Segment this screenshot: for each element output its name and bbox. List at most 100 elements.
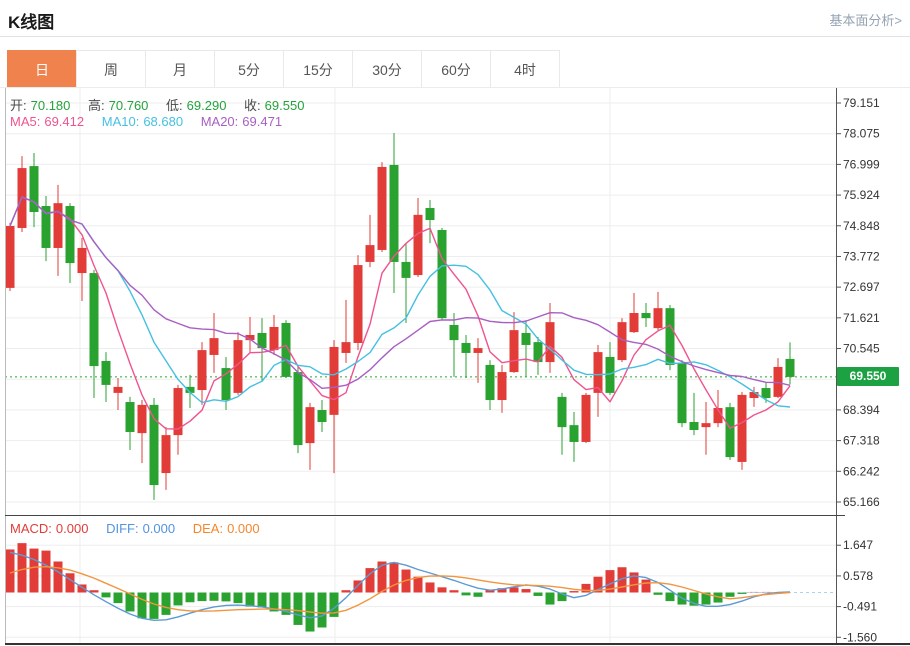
candle-body (366, 245, 375, 262)
axis-tick-label: 79.151 (843, 96, 880, 110)
candle-body (390, 165, 399, 262)
axis-tick-label: 65.166 (843, 495, 880, 509)
tab-30分[interactable]: 30分 (352, 50, 422, 88)
macd-bar (162, 593, 171, 615)
candle-body (78, 248, 87, 273)
macd-bar (666, 593, 675, 602)
candle-body (522, 333, 531, 345)
diff-value: 0.000 (143, 521, 176, 536)
macd-bar (42, 551, 51, 593)
candle-body (630, 313, 639, 332)
macd-bar (210, 593, 219, 601)
axis-tick-label: 74.848 (843, 219, 880, 233)
macd-bar (462, 593, 471, 596)
current-price-label: 69.550 (837, 367, 899, 386)
candle-body (294, 372, 303, 445)
candle-body (198, 350, 207, 390)
macd-bar (642, 580, 651, 593)
axis-tick-label: 68.394 (843, 403, 880, 417)
axis-tick-label: 72.697 (843, 280, 880, 294)
macd-bar (66, 573, 75, 592)
macd-bar (174, 593, 183, 606)
ma20-value: 69.471 (242, 114, 282, 129)
high-value: 70.760 (109, 98, 149, 113)
ma5-value: 69.412 (44, 114, 84, 129)
tab-15分[interactable]: 15分 (283, 50, 353, 88)
candle-body (426, 208, 435, 220)
fundamental-analysis-link[interactable]: 基本面分析> (829, 10, 902, 29)
macd-bar (570, 591, 579, 592)
candle-body (474, 348, 483, 353)
candle-body (354, 265, 363, 343)
macd-bar (654, 593, 663, 595)
macd-bar (546, 593, 555, 605)
diff-label: DIFF: (106, 521, 139, 536)
candle-body (414, 215, 423, 275)
candle-body (510, 330, 519, 372)
macd-bar (450, 590, 459, 592)
candle-body (330, 347, 339, 415)
candle-body (738, 395, 747, 462)
macd-bar (426, 582, 435, 592)
ohlc-legend: 开:70.180 高:70.760 低:69.290 收:69.550 (10, 95, 308, 114)
macd-bar (186, 593, 195, 603)
candle-body (162, 435, 171, 473)
macd-bar (6, 549, 15, 592)
candle-body (138, 405, 147, 433)
tab-4时[interactable]: 4时 (490, 50, 560, 88)
tab-月[interactable]: 月 (145, 50, 215, 88)
candle-body (726, 407, 735, 457)
macd-bar (438, 587, 447, 592)
axis-tick-label: 0.578 (843, 569, 873, 583)
header-divider (0, 36, 910, 37)
candle-body (486, 365, 495, 400)
candle-body (546, 322, 555, 362)
candle-body (318, 410, 327, 422)
candle-body (102, 361, 111, 385)
axis-tick-label: 1.647 (843, 538, 873, 552)
candle-body (750, 392, 759, 398)
candle-body (702, 423, 711, 427)
close-label: 收: (244, 98, 261, 113)
tab-周[interactable]: 周 (76, 50, 146, 88)
macd-bar (342, 590, 351, 592)
macd-bar (582, 584, 591, 593)
macd-bar (150, 593, 159, 619)
candle-body (762, 388, 771, 398)
macd-bar (114, 593, 123, 604)
macd-bar (378, 562, 387, 593)
macd-bar (294, 593, 303, 625)
tab-5分[interactable]: 5分 (214, 50, 284, 88)
tab-60分[interactable]: 60分 (421, 50, 491, 88)
candle-body (90, 273, 99, 366)
axis-tick-label: -0.491 (843, 600, 877, 614)
high-label: 高: (88, 98, 105, 113)
macd-bar (54, 562, 63, 593)
macd-bar (234, 593, 243, 604)
ma10-value: 68.680 (143, 114, 183, 129)
candle-body (570, 425, 579, 442)
candle-body (174, 388, 183, 435)
candle-body (306, 407, 315, 443)
macd-bar (198, 593, 207, 602)
candle-body (222, 368, 231, 400)
dea-label: DEA: (193, 521, 223, 536)
candle-body (114, 387, 123, 393)
macd-bar (534, 593, 543, 596)
axis-tick-label: 76.999 (843, 157, 880, 171)
candle-body (462, 343, 471, 353)
ma-legend: MA5:69.412 MA10:68.680 MA20:69.471 (10, 114, 286, 129)
timeframe-tabs: 日周月5分15分30分60分4时 (8, 50, 560, 88)
candle-body (450, 325, 459, 340)
macd-bar (726, 593, 735, 597)
kline-page: K线图 基本面分析> 日周月5分15分30分60分4时 79.15178.075… (0, 0, 910, 646)
axis-tick-label: 71.621 (843, 311, 880, 325)
candle-body (66, 206, 75, 263)
tab-日[interactable]: 日 (7, 50, 77, 88)
axis-tick-label: 75.924 (843, 188, 880, 202)
macd-bar (318, 593, 327, 628)
candle-body (558, 397, 567, 427)
kline-chart-canvas: 79.15178.07576.99975.92474.84873.77272.6… (0, 88, 910, 646)
candle-body (54, 203, 63, 248)
axis-tick-label: -1.560 (843, 630, 877, 644)
